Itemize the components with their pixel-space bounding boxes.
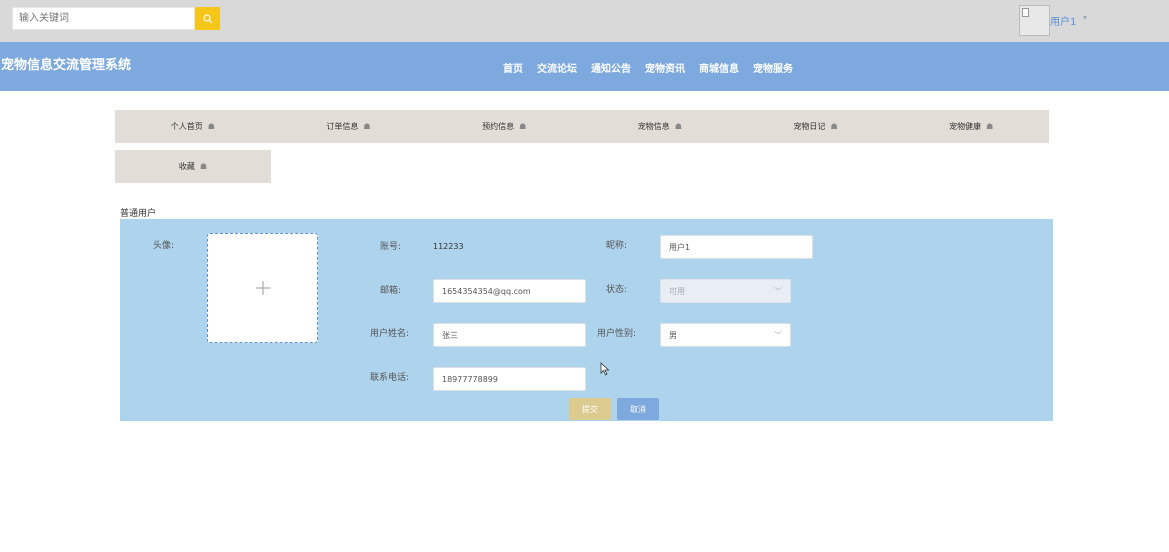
gender-value: 男 (669, 330, 677, 340)
realname-value: 张三 (442, 330, 458, 340)
profile-menu: 个人首页 ☗ 订单信息 ☗ 预约信息 ☗ 宠物信息 ☗ 宠物日记 ☗ 宠物健康 ☗ (115, 110, 1049, 143)
home-icon: ☗ (363, 122, 371, 131)
search-button[interactable] (195, 7, 220, 30)
menu-item-orders[interactable]: 订单信息 ☗ (271, 110, 427, 143)
avatar[interactable] (1019, 5, 1050, 36)
phone-label: 联系电话: (370, 373, 410, 383)
chevron-down-icon: ﹀ (774, 287, 782, 296)
site-title: 宠物信息交流管理系统 (1, 58, 132, 73)
menu-item-label: 订单信息 (326, 122, 359, 131)
nav-link-shop[interactable]: 商城信息 (699, 60, 739, 75)
nav-link-notice[interactable]: 通知公告 (591, 60, 631, 75)
search-input[interactable] (12, 7, 195, 30)
menu-item-favorites[interactable]: 收藏 ☗ (115, 150, 271, 183)
profile-form: 头像: 账号: 112233 昵称: 用户1 邮箱: 1654354354@qq… (120, 219, 1053, 421)
menu-item-pet-info[interactable]: 宠物信息 ☗ (582, 110, 738, 143)
home-icon: ☗ (207, 122, 215, 131)
nav-link-forum[interactable]: 交流论坛 (537, 60, 577, 75)
cancel-button[interactable]: 取消 (617, 398, 659, 420)
menu-item-label: 宠物信息 (637, 122, 670, 131)
menu-item-label: 个人首页 (170, 122, 203, 131)
top-bar: 用户1 ▾ (0, 0, 1169, 42)
menu-item-pet-diary[interactable]: 宠物日记 ☗ (738, 110, 894, 143)
home-icon: ☗ (519, 122, 527, 131)
nickname-field[interactable]: 用户1 (660, 235, 813, 259)
section-label: 普通用户 (120, 209, 157, 219)
user-name[interactable]: 用户1 (1050, 13, 1076, 28)
menu-item-label: 宠物日记 (793, 122, 826, 131)
home-icon: ☗ (674, 122, 682, 131)
menu-item-label: 宠物健康 (949, 122, 982, 131)
home-icon: ☗ (830, 122, 838, 131)
home-icon: ☗ (986, 122, 994, 131)
email-label: 邮箱: (380, 286, 402, 296)
nickname-value: 用户1 (669, 242, 691, 252)
nav-link-home[interactable]: 首页 (503, 60, 523, 75)
menu-item-label: 预约信息 (482, 122, 515, 131)
gender-label: 用户性别: (597, 329, 637, 339)
avatar-uploader[interactable] (207, 233, 318, 343)
account-label: 账号: (380, 242, 402, 252)
status-label: 状态: (606, 285, 628, 295)
profile-menu-row-2: 收藏 ☗ (115, 150, 271, 183)
search-icon (202, 13, 212, 23)
phone-field[interactable]: 18977778899 (433, 367, 586, 391)
phone-value: 18977778899 (442, 374, 498, 384)
nav-link-pet-news[interactable]: 宠物资讯 (645, 60, 685, 75)
email-field[interactable]: 1654354354@qq.com (433, 279, 586, 303)
main-navbar: 宠物信息交流管理系统 首页 交流论坛 通知公告 宠物资讯 商城信息 宠物服务 (0, 42, 1169, 91)
broken-image-icon (1022, 8, 1029, 17)
nav-link-pet-service[interactable]: 宠物服务 (753, 60, 793, 75)
nav-links: 首页 交流论坛 通知公告 宠物资讯 商城信息 宠物服务 (496, 60, 800, 75)
plus-icon (255, 281, 270, 295)
status-select: 可用 ﹀ (660, 279, 791, 303)
menu-item-appointments[interactable]: 预约信息 ☗ (426, 110, 582, 143)
menu-item-personal-home[interactable]: 个人首页 ☗ (115, 110, 271, 143)
menu-item-label: 收藏 (178, 162, 195, 171)
nickname-label: 昵称: (606, 241, 628, 251)
avatar-label: 头像: (153, 241, 175, 251)
chevron-down-icon[interactable]: ▾ (1083, 13, 1087, 22)
chevron-down-icon: ﹀ (774, 331, 782, 340)
menu-item-pet-health[interactable]: 宠物健康 ☗ (893, 110, 1049, 143)
home-icon: ☗ (199, 162, 208, 171)
realname-field[interactable]: 张三 (433, 323, 586, 347)
status-value: 可用 (669, 286, 685, 296)
submit-button[interactable]: 提交 (569, 398, 611, 420)
account-value: 112233 (433, 242, 464, 251)
realname-label: 用户姓名: (370, 329, 410, 339)
gender-select[interactable]: 男 ﹀ (660, 323, 791, 347)
email-value: 1654354354@qq.com (442, 286, 531, 296)
mouse-cursor-icon (600, 362, 610, 376)
